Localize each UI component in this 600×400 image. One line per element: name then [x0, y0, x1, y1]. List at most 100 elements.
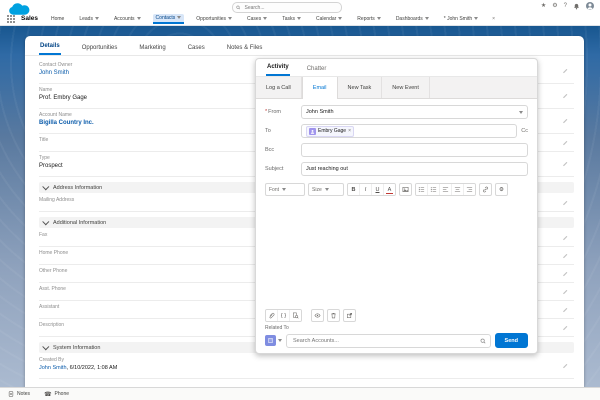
- created-by-user-link[interactable]: John Smith: [39, 365, 67, 371]
- nav-item-temp-record[interactable]: * John Smith: [441, 15, 481, 23]
- insert-template-icon[interactable]: [290, 310, 301, 321]
- related-to-search[interactable]: [286, 333, 491, 348]
- subtab-log-a-call[interactable]: Log a Call: [256, 77, 302, 98]
- global-search-input[interactable]: [242, 3, 338, 12]
- email-body-input[interactable]: [265, 199, 528, 309]
- insert-group: { }: [265, 309, 302, 322]
- chevron-down-icon: [474, 17, 479, 20]
- tab-activity[interactable]: Activity: [266, 60, 290, 76]
- nav-item-tasks[interactable]: Tasks: [279, 15, 304, 23]
- chevron-down-icon: [297, 17, 301, 20]
- related-to-label: Related To: [265, 325, 289, 331]
- email-form: *From John Smith To Embry Gage × Cc Bcc …: [256, 99, 537, 353]
- chevron-down-icon: [278, 339, 282, 342]
- edit-pencil-icon[interactable]: [562, 271, 568, 277]
- bullet-list-button[interactable]: [416, 184, 428, 195]
- notes-icon: [8, 391, 14, 397]
- tab-cases[interactable]: Cases: [187, 41, 206, 55]
- chevron-down-icon: [263, 17, 268, 20]
- nav-item-home[interactable]: Home: [48, 15, 67, 23]
- edit-pencil-icon[interactable]: [562, 363, 568, 369]
- nav-item-contacts[interactable]: Contacts: [152, 13, 185, 24]
- attach-file-icon[interactable]: [266, 310, 278, 321]
- delete-trash-icon[interactable]: [327, 309, 340, 322]
- edit-pencil-icon[interactable]: [562, 325, 568, 331]
- popout-icon[interactable]: [343, 309, 356, 322]
- remove-recipient-icon[interactable]: ×: [348, 128, 351, 134]
- edit-pencil-icon[interactable]: [562, 235, 568, 241]
- edit-pencil-icon[interactable]: [562, 161, 568, 167]
- utility-phone[interactable]: ☎ Phone: [44, 391, 69, 398]
- nav-item-calendar[interactable]: Calendar: [313, 15, 345, 23]
- entity-selector[interactable]: [265, 335, 282, 346]
- utility-notes[interactable]: Notes: [8, 391, 30, 397]
- from-row: *From John Smith: [265, 105, 528, 119]
- nav-item-leads[interactable]: Leads: [76, 15, 102, 23]
- edit-pencil-icon[interactable]: [562, 93, 568, 99]
- setup-gear-icon[interactable]: ⚙: [552, 2, 557, 10]
- edit-pencil-icon[interactable]: [562, 289, 568, 295]
- format-group: B I U A: [347, 183, 396, 196]
- align-right-button[interactable]: [464, 184, 475, 195]
- header-actions: ★ ⚙ ?: [541, 2, 594, 10]
- chevron-down-icon: [282, 188, 287, 191]
- app-launcher-icon[interactable]: [7, 14, 15, 23]
- tab-details[interactable]: Details: [39, 39, 61, 55]
- bcc-input[interactable]: [301, 143, 528, 157]
- cc-link[interactable]: Cc: [521, 128, 528, 134]
- text-color-button[interactable]: A: [384, 184, 395, 195]
- link-button[interactable]: [479, 183, 492, 196]
- edit-pencil-icon[interactable]: [562, 200, 568, 206]
- phone-icon: ☎: [44, 391, 52, 398]
- chevron-down-icon: [42, 343, 50, 351]
- favorites-star-icon[interactable]: ★: [541, 2, 546, 10]
- person-icon: [587, 3, 593, 10]
- user-avatar[interactable]: [586, 2, 594, 10]
- close-icon[interactable]: ×: [492, 16, 495, 22]
- send-button[interactable]: Send: [494, 333, 528, 348]
- recipient-pill[interactable]: Embry Gage ×: [306, 125, 354, 137]
- edit-pencil-icon[interactable]: [562, 140, 568, 146]
- nav-item-opportunities[interactable]: Opportunities: [193, 15, 235, 23]
- font-select[interactable]: Font: [265, 183, 305, 196]
- record-tabs: Details Opportunities Marketing Cases No…: [25, 36, 584, 56]
- nav-item-cases[interactable]: Cases: [244, 15, 270, 23]
- chevron-down-icon: [177, 16, 182, 19]
- subtab-new-event[interactable]: New Event: [382, 77, 430, 98]
- edit-pencil-icon[interactable]: [562, 307, 568, 313]
- notifications-bell-icon[interactable]: [573, 3, 580, 10]
- merge-field-icon[interactable]: { }: [278, 310, 290, 321]
- size-select[interactable]: Size: [308, 183, 344, 196]
- settings-gear-icon[interactable]: ⚙: [495, 183, 508, 196]
- help-icon[interactable]: ?: [564, 2, 567, 10]
- to-input[interactable]: Embry Gage ×: [301, 124, 518, 138]
- underline-button[interactable]: U: [372, 184, 384, 195]
- tab-opportunities[interactable]: Opportunities: [81, 41, 119, 55]
- composer-actions: { }: [265, 309, 528, 322]
- edit-pencil-icon[interactable]: [562, 118, 568, 124]
- edit-pencil-icon[interactable]: [562, 253, 568, 259]
- from-select[interactable]: John Smith: [301, 105, 528, 119]
- nav-item-dashboards[interactable]: Dashboards: [393, 15, 432, 23]
- tab-chatter[interactable]: Chatter: [306, 62, 328, 76]
- preview-eye-icon[interactable]: [311, 309, 324, 322]
- search-accounts-input[interactable]: [291, 336, 480, 345]
- subtab-email[interactable]: Email: [301, 77, 338, 99]
- edit-pencil-icon[interactable]: [562, 68, 568, 74]
- list-align-group: [415, 183, 476, 196]
- align-left-button[interactable]: [440, 184, 452, 195]
- numbered-list-button[interactable]: [428, 184, 440, 195]
- align-center-button[interactable]: [452, 184, 464, 195]
- italic-button[interactable]: I: [360, 184, 372, 195]
- chevron-down-icon: [324, 188, 329, 191]
- search-icon: [480, 338, 486, 344]
- nav-item-reports[interactable]: Reports: [354, 15, 384, 23]
- insert-image-button[interactable]: [399, 183, 412, 196]
- tab-marketing[interactable]: Marketing: [138, 41, 166, 55]
- subject-input[interactable]: Just reaching out: [301, 162, 528, 176]
- chevron-down-icon: [519, 110, 523, 114]
- bold-button[interactable]: B: [348, 184, 360, 195]
- subtab-new-task[interactable]: New Task: [338, 77, 383, 98]
- nav-item-accounts[interactable]: Accounts: [111, 15, 144, 23]
- tab-notes-files[interactable]: Notes & Files: [226, 41, 264, 55]
